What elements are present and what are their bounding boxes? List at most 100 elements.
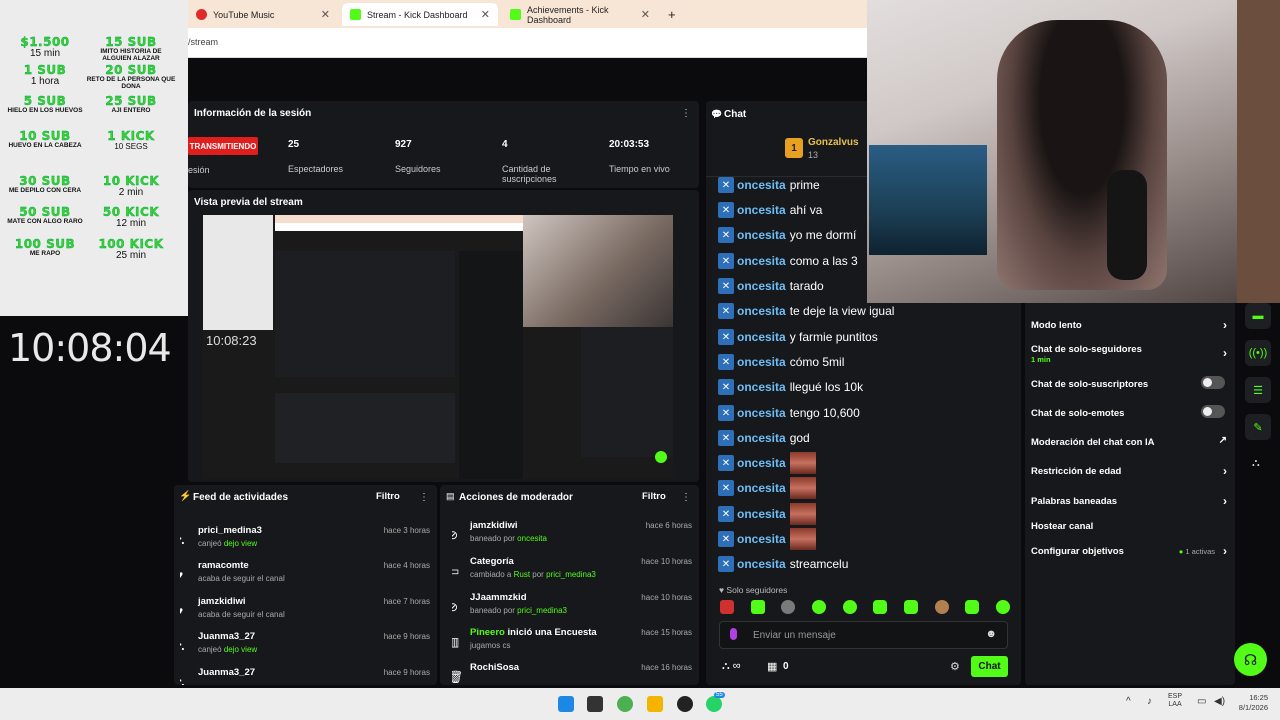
setting-slow-mode[interactable]: Modo lento › — [1031, 318, 1227, 332]
feed-filter-button[interactable]: Filtro — [376, 491, 400, 502]
goal-item: 20 SUB reto de la persona que dona — [86, 63, 176, 90]
kick-icon — [350, 9, 361, 20]
kick-badge-icon: ✕ — [718, 227, 734, 243]
feed-item: ♥ramacomteacaba de seguir el canalhace 4… — [180, 560, 430, 594]
tab-label: Stream - Kick Dashboard — [367, 9, 468, 20]
file-explorer-icon[interactable] — [647, 696, 663, 712]
network-icon[interactable]: ▭ — [1197, 696, 1206, 707]
dashboard-icon[interactable]: ☰ — [1245, 377, 1271, 403]
setting-host-channel[interactable]: Hostear canal — [1031, 521, 1227, 532]
toggle-switch[interactable] — [1201, 405, 1225, 418]
emote-icon[interactable] — [903, 600, 918, 614]
preview-session-panel — [275, 251, 455, 377]
setting-subs-only[interactable]: Chat de solo-suscriptores — [1031, 376, 1227, 390]
kick-badge-icon: ✕ — [718, 506, 734, 522]
microphone-tray-icon[interactable]: ♪ — [1147, 696, 1152, 707]
chevron-right-icon: › — [1223, 318, 1227, 332]
support-headset-icon[interactable]: ☊ — [1234, 643, 1267, 676]
goal-item: 100 KICK 25 min — [98, 237, 164, 261]
close-icon[interactable]: ✕ — [321, 8, 330, 21]
activity-feed-list: ⛬ prici_medina3 canjeó dejo view hace 3 hor… — [180, 525, 432, 685]
emote-icon[interactable] — [720, 600, 734, 614]
community-icon[interactable]: ⛬ — [1252, 457, 1260, 470]
wrench-icon[interactable]: ✎ — [1245, 414, 1271, 440]
emote-bar — [720, 600, 1010, 616]
chat-sidebar-icon[interactable]: ▬ — [1245, 303, 1271, 329]
preview-chat-column — [459, 251, 523, 479]
microphone — [1107, 170, 1147, 280]
chat-message: ✕ oncesita y farmie puntitos — [718, 326, 878, 348]
heart-icon: ♥ — [180, 604, 190, 618]
emote-icon[interactable] — [965, 600, 980, 614]
emote-icon[interactable] — [873, 600, 888, 614]
chat-message: ✕ oncesita — [718, 452, 816, 474]
ban-icon: ⊘ — [452, 600, 459, 614]
chrome-icon[interactable] — [617, 696, 633, 712]
chat-message: ✕ oncesita como a las 3 — [718, 250, 858, 272]
mod-item: ▭ Categoría cambiado a Rust por prici_medi… — [452, 556, 692, 590]
tab-achievements-dashboard[interactable]: Achievements - Kick Dashboard ✕ — [502, 3, 658, 26]
obs-icon[interactable] — [677, 696, 693, 712]
send-chat-button[interactable]: Chat — [971, 656, 1008, 677]
gift-icon[interactable]: ▦ — [767, 660, 777, 673]
clock-tray[interactable]: 16:25 8/1/2026 — [1232, 693, 1268, 713]
setting-ai-moderation[interactable]: Moderación del chat con IA ↗ — [1031, 435, 1227, 448]
mod-item: ▥ Pineero inició una Encuesta jugamos cs ha… — [452, 627, 692, 661]
emote-icon[interactable] — [811, 600, 826, 614]
chat-message: ✕ oncesita — [718, 477, 816, 499]
chat-input[interactable]: Enviar un mensaje ☻ — [719, 621, 1008, 649]
task-view-icon[interactable] — [587, 696, 603, 712]
stream-clock: 10:08:04 — [8, 326, 172, 370]
setting-emotes-only[interactable]: Chat de solo-emotes — [1031, 405, 1227, 419]
toggle-switch[interactable] — [1201, 376, 1225, 389]
more-options-icon[interactable]: ⋮ — [419, 492, 429, 503]
points-icon[interactable]: ⛬ ∞ — [722, 660, 741, 673]
setting-followers-only[interactable]: Chat de solo-seguidores 1 min › — [1031, 344, 1227, 364]
setting-goals[interactable]: Configurar objetivos ● 1 activas › — [1031, 544, 1227, 558]
emote-icon[interactable] — [995, 600, 1010, 614]
emoji-picker-icon[interactable]: ☻ — [985, 628, 997, 640]
emote-icon[interactable] — [934, 600, 949, 614]
tab-label: Achievements - Kick Dashboard — [527, 4, 609, 25]
mod-item: ⊘ JJaammzkid baneado por prici_medina3 hace… — [452, 592, 692, 626]
chat-message: ✕ oncesita prime — [718, 177, 820, 196]
broadcast-icon[interactable]: ((•)) — [1245, 340, 1271, 366]
kick-badge-icon: ✕ — [718, 278, 734, 294]
close-icon[interactable]: ✕ — [641, 8, 650, 21]
setting-age-restriction[interactable]: Restricción de edad › — [1031, 464, 1227, 478]
stream-preview-video[interactable]: 10:08:23 — [203, 215, 673, 479]
more-options-icon[interactable]: ⋮ — [681, 492, 691, 503]
chat-settings-icon[interactable]: ⚙ — [950, 660, 960, 673]
tab-youtube-music[interactable]: YouTube Music ✕ — [188, 3, 338, 26]
emote-icon[interactable] — [781, 600, 796, 614]
new-tab-button[interactable]: + — [660, 3, 684, 26]
more-options-icon[interactable]: ⋮ — [681, 108, 691, 119]
kick-badge-icon: ✕ — [718, 556, 734, 572]
mod-item: 🗑 RochiSosa hace 16 horas — [452, 662, 692, 685]
language-indicator[interactable]: ESP LAA — [1168, 693, 1182, 710]
emote-icon[interactable] — [750, 600, 765, 614]
top-gifter-count: 13 — [808, 150, 819, 160]
kick-badge-icon: ✕ — [718, 329, 734, 345]
preview-tabbar — [275, 215, 523, 223]
chat-message: ✕ oncesita yo me dormí — [718, 224, 856, 246]
youtube-music-icon — [196, 9, 207, 20]
kick-badge-icon: ✕ — [718, 253, 734, 269]
emote-icon[interactable] — [842, 600, 857, 614]
tab-stream-dashboard[interactable]: Stream - Kick Dashboard ✕ — [342, 3, 498, 26]
setting-banned-words[interactable]: Palabras baneadas › — [1031, 494, 1227, 508]
windows-taskbar: 55 ^ ♪ ESP LAA ▭ ◀) 16:25 8/1/2026 — [0, 688, 1280, 720]
windows-start-icon[interactable] — [558, 696, 574, 712]
close-icon[interactable]: ✕ — [481, 8, 490, 21]
chat-message: ✕ oncesita — [718, 528, 816, 550]
kick-badge-icon: ✕ — [718, 480, 734, 496]
whatsapp-icon[interactable] — [706, 696, 722, 712]
top-gifter-name[interactable]: Gonzalvus — [808, 137, 859, 148]
stat-live-time: 20:03:53 Tiempo en vivo — [609, 139, 670, 174]
kick-badge-icon: ✕ — [718, 531, 734, 547]
volume-icon[interactable]: ◀) — [1214, 696, 1225, 707]
chevron-up-icon[interactable]: ^ — [1126, 696, 1131, 707]
mod-filter-button[interactable]: Filtro — [642, 491, 666, 502]
shelf — [1237, 0, 1280, 303]
stat-followers: 927 Seguidores — [395, 139, 441, 174]
